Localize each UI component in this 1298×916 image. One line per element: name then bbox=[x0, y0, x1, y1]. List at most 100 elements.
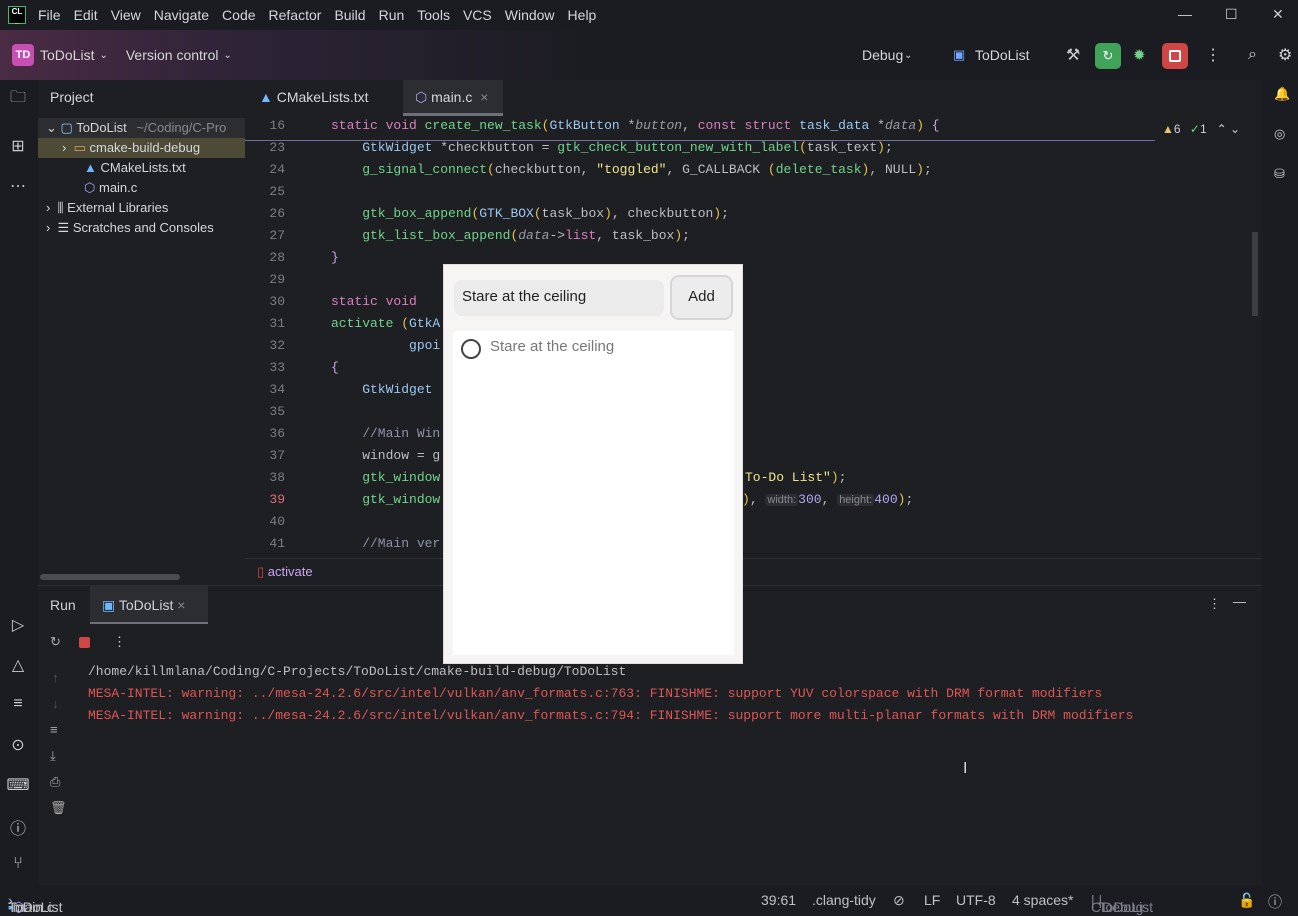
problems-icon[interactable]: ⓘ bbox=[6, 815, 30, 839]
code-token: gtk_check_button_new_with_label bbox=[557, 140, 800, 155]
scroll-down-icon[interactable]: ↓ bbox=[52, 696, 59, 711]
maximize-button[interactable]: ☐ bbox=[1225, 6, 1238, 23]
task-entry[interactable]: Stare at the ceiling bbox=[454, 280, 664, 316]
line-ending[interactable]: LF bbox=[924, 892, 940, 908]
code-token: task_data bbox=[799, 118, 878, 133]
menu-run[interactable]: Run bbox=[379, 7, 405, 23]
console-line: /home/killmlana/Coding/C-Projects/ToDoLi… bbox=[88, 664, 627, 679]
terminal-icon[interactable]: ⌨ bbox=[6, 775, 30, 795]
stop-button[interactable] bbox=[1162, 43, 1188, 69]
more-tools-icon[interactable]: ⋯ bbox=[6, 176, 30, 196]
close-window-button[interactable]: ✕ bbox=[1272, 6, 1284, 23]
tree-item-external-libraries[interactable]: › ⫼ External Libraries bbox=[46, 198, 168, 218]
tree-item-scratches[interactable]: › ☰ Scratches and Consoles bbox=[46, 218, 214, 238]
menu-window[interactable]: Window bbox=[505, 7, 555, 23]
project-selector[interactable]: ToDoList bbox=[40, 47, 94, 63]
project-folder-icon[interactable]: 🗀 bbox=[6, 86, 30, 113]
tab-cmakelists[interactable]: ▲ CMakeLists.txt bbox=[259, 80, 369, 116]
menu-vcs[interactable]: VCS bbox=[463, 7, 492, 23]
menu-tools[interactable]: Tools bbox=[417, 7, 450, 23]
lock-icon[interactable]: 🔓 bbox=[1238, 892, 1255, 909]
code-token: //Main ver bbox=[331, 536, 441, 551]
breadcrumb[interactable]: ▯ activate bbox=[245, 558, 1262, 585]
right-tool-strip: 🔔 ◎ ⛁ bbox=[1252, 80, 1298, 885]
version-control-menu[interactable]: Version control bbox=[126, 47, 219, 63]
code-token: * bbox=[877, 118, 885, 133]
cmake-tool-icon[interactable]: △ bbox=[6, 655, 30, 675]
run-target-selector[interactable]: ToDoList bbox=[975, 47, 1029, 63]
notifications-bell-icon[interactable]: 🔔 bbox=[1274, 86, 1290, 102]
menu-edit[interactable]: Edit bbox=[74, 7, 98, 23]
code-token: task_box bbox=[541, 206, 605, 221]
code-token: create_new_task bbox=[424, 118, 542, 133]
code-lines[interactable]: 16 static void create_new_task(GtkButton … bbox=[245, 118, 1262, 558]
more-actions-icon[interactable]: ⋮ bbox=[1205, 45, 1221, 65]
minimize-panel-icon[interactable]: — bbox=[1233, 594, 1246, 609]
cmake-target-icon: ▣ bbox=[953, 47, 966, 62]
line-number: 29 bbox=[269, 272, 285, 287]
more-icon[interactable]: ⋮ bbox=[113, 634, 126, 650]
run-tab-todolist[interactable]: ▣ ToDoList × bbox=[90, 586, 208, 624]
menu-build[interactable]: Build bbox=[334, 7, 365, 23]
clear-trash-icon[interactable]: 🗑 bbox=[50, 800, 67, 816]
ai-assistant-icon[interactable]: ◎ bbox=[1274, 126, 1285, 142]
tree-root[interactable]: ⌄ ▢ ToDoList ~/Coding/C-Pro bbox=[38, 118, 245, 138]
run-options-icon[interactable]: ⋮ bbox=[1208, 596, 1221, 612]
task-checkbox[interactable] bbox=[461, 339, 481, 359]
horizontal-scrollbar[interactable] bbox=[40, 574, 180, 580]
linter-status[interactable]: .clang-tidy bbox=[812, 892, 876, 908]
encoding[interactable]: UTF-8 bbox=[956, 892, 996, 908]
debug-bug-icon[interactable]: ✹ bbox=[1133, 46, 1146, 64]
menu-code[interactable]: Code bbox=[222, 7, 255, 23]
line-number: 30 bbox=[269, 294, 285, 309]
scroll-up-icon[interactable]: ↑ bbox=[52, 670, 59, 685]
line-number: 33 bbox=[269, 360, 285, 375]
messages-icon[interactable]: ≡ bbox=[6, 695, 30, 713]
ai-disabled-icon[interactable]: ⊘ bbox=[893, 892, 905, 909]
close-tab-icon[interactable]: × bbox=[480, 89, 488, 105]
code-token: ; bbox=[923, 162, 932, 177]
build-hammer-icon[interactable]: ⚒ bbox=[1066, 45, 1080, 65]
run-panel-title[interactable]: Run bbox=[50, 597, 76, 613]
rerun-icon[interactable]: ↻ bbox=[50, 634, 61, 650]
scroll-to-end-icon[interactable]: ⤓ bbox=[50, 748, 56, 764]
notifications-icon[interactable]: ⓘ bbox=[1268, 892, 1282, 912]
settings-gear-icon[interactable]: ⚙ bbox=[1278, 45, 1292, 65]
resolve-context[interactable]: C | ToDoList | Debug bbox=[1091, 892, 1153, 915]
soft-wrap-icon[interactable]: ≡ bbox=[50, 722, 58, 737]
code-token: g_signal_connect bbox=[331, 162, 488, 177]
git-branch-icon[interactable]: ⑂ bbox=[6, 855, 30, 873]
line-number: 36 bbox=[269, 426, 285, 441]
caret-position[interactable]: 39:61 bbox=[761, 892, 796, 908]
code-line-tail: ), width: 300, height: 400); bbox=[742, 492, 913, 507]
rerun-button[interactable]: ↻ bbox=[1095, 43, 1121, 69]
add-button[interactable]: Add bbox=[670, 275, 733, 320]
status-breadcrumb[interactable]: ▪ ToDoList › ⬡ main.c bbox=[8, 892, 62, 915]
project-panel-title[interactable]: Project bbox=[50, 87, 94, 107]
stop-icon[interactable] bbox=[79, 637, 90, 648]
services-icon[interactable]: ⊙ bbox=[6, 735, 30, 755]
code-token: button bbox=[635, 118, 683, 133]
tree-item-main-c[interactable]: ⬡ main.c bbox=[84, 178, 137, 198]
search-icon[interactable]: ⌕ bbox=[1248, 46, 1257, 64]
menu-help[interactable]: Help bbox=[568, 7, 597, 23]
editor-scrollbar[interactable] bbox=[1252, 232, 1258, 316]
root-label: ToDoList bbox=[76, 120, 127, 135]
console-line: MESA-INTEL: warning: ../mesa-24.2.6/src/… bbox=[88, 708, 1134, 723]
indent[interactable]: 4 spaces* bbox=[1012, 892, 1073, 908]
menu-refactor[interactable]: Refactor bbox=[269, 7, 322, 23]
code-token: static void bbox=[331, 118, 425, 133]
tab-main-c[interactable]: ⬡ main.c × bbox=[403, 80, 503, 116]
database-icon[interactable]: ⛁ bbox=[1274, 166, 1285, 182]
print-icon[interactable]: ⎙ bbox=[50, 774, 60, 790]
code-token: ) bbox=[604, 206, 612, 221]
run-config-selector[interactable]: Debug bbox=[862, 47, 903, 63]
menu-view[interactable]: View bbox=[111, 7, 141, 23]
run-tool-icon[interactable]: ▷ bbox=[6, 615, 30, 635]
minimize-button[interactable]: — bbox=[1178, 6, 1192, 22]
tree-item-cmake-build-debug[interactable]: › ▭ cmake-build-debug bbox=[38, 138, 245, 158]
menu-navigate[interactable]: Navigate bbox=[154, 7, 209, 23]
tree-item-cmakelists[interactable]: ▲ CMakeLists.txt bbox=[84, 158, 186, 178]
structure-icon[interactable]: ⊞ bbox=[6, 136, 30, 156]
menu-file[interactable]: File bbox=[38, 7, 61, 23]
